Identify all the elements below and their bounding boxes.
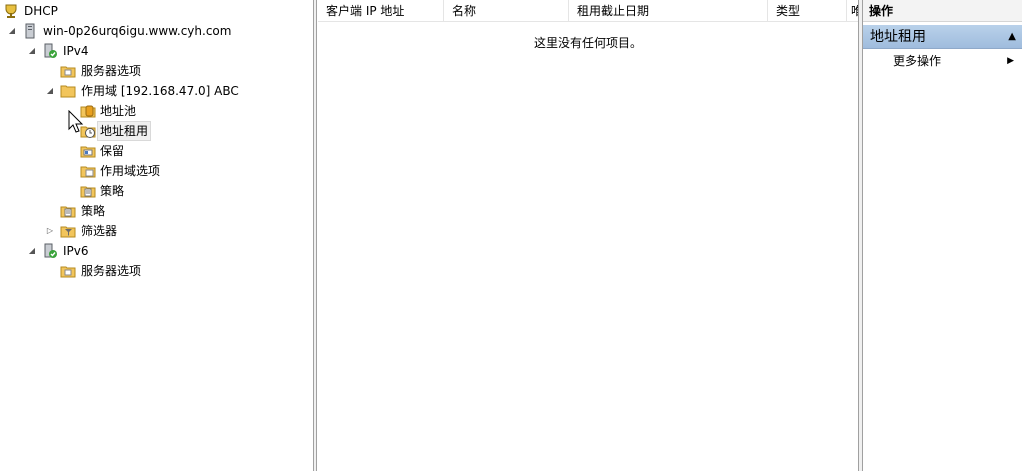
- ipv4-server-icon: [42, 43, 58, 59]
- options-folder-icon: [60, 63, 76, 79]
- actions-pane: 操作 地址租用 ▲ 更多操作 ▶: [863, 0, 1022, 471]
- dhcp-icon: [3, 3, 19, 19]
- tree-node-scope-options[interactable]: 作用域选项: [0, 161, 300, 181]
- tree-label: 策略: [81, 204, 106, 218]
- more-actions-item[interactable]: 更多操作 ▶: [863, 51, 1022, 71]
- collapse-arrow-icon[interactable]: ◢: [27, 41, 37, 61]
- filter-icon: [60, 223, 76, 239]
- tree-label: 地址池: [100, 104, 137, 118]
- options-folder-icon: [60, 263, 76, 279]
- column-header-type[interactable]: 类型: [768, 0, 847, 22]
- column-header-lease-expiry[interactable]: 租用截止日期: [569, 0, 768, 22]
- policy-icon: [80, 183, 96, 199]
- tree-node-filters[interactable]: ▷ 筛选器: [0, 221, 300, 241]
- tree-node-reservations[interactable]: 保留: [0, 141, 300, 161]
- collapse-arrow-icon[interactable]: ◢: [27, 241, 37, 261]
- tree-node-ipv6[interactable]: ◢ IPv6: [0, 241, 300, 261]
- results-list[interactable]: 客户端 IP 地址 名称 租用截止日期 类型 唯 这里没有任何项目。: [318, 0, 858, 471]
- tree-node-address-leases[interactable]: 地址租用: [0, 121, 300, 141]
- tree-label: IPv4: [63, 44, 89, 58]
- tree-label: win-0p26urq6igu.www.cyh.com: [43, 24, 232, 38]
- tree-node-server[interactable]: ◢ win-0p26urq6igu.www.cyh.com: [0, 21, 300, 41]
- tree-node-ipv4-policies[interactable]: 策略: [0, 201, 300, 221]
- column-header-name[interactable]: 名称: [444, 0, 569, 22]
- mouse-cursor-icon: [68, 109, 84, 134]
- tree-node-ipv6-server-options[interactable]: 服务器选项: [0, 261, 300, 281]
- empty-list-message: 这里没有任何项目。: [533, 36, 642, 50]
- tree-label: 筛选器: [81, 224, 118, 238]
- ipv6-server-icon: [42, 243, 58, 259]
- actions-title: 操作: [863, 0, 1022, 22]
- more-actions-label: 更多操作: [893, 54, 942, 68]
- tree-label: IPv6: [63, 244, 89, 258]
- server-icon: [22, 23, 38, 39]
- column-header-client-ip[interactable]: 客户端 IP 地址: [318, 0, 444, 22]
- collapse-arrow-icon[interactable]: ◢: [45, 81, 55, 101]
- actions-section-header[interactable]: 地址租用 ▲: [863, 25, 1022, 49]
- expand-arrow-icon[interactable]: ▷: [45, 221, 55, 241]
- tree-node-ipv4[interactable]: ◢ IPv4: [0, 41, 300, 61]
- tree-label: 服务器选项: [81, 264, 142, 278]
- tree-label: 作用域 [192.168.47.0] ABC: [81, 84, 239, 98]
- collapse-arrow-icon[interactable]: ◢: [7, 21, 17, 41]
- tree-label: 地址租用: [97, 121, 152, 141]
- column-header-unique-id[interactable]: 唯: [847, 0, 858, 22]
- actions-section-label: 地址租用: [870, 29, 926, 45]
- options-folder-icon: [80, 163, 96, 179]
- tree-splitter[interactable]: [313, 0, 317, 471]
- tree-label: DHCP: [24, 4, 58, 18]
- tree-label: 作用域选项: [100, 164, 161, 178]
- tree-label: 服务器选项: [81, 64, 142, 78]
- folder-icon: [60, 83, 76, 99]
- reservations-icon: [80, 143, 96, 159]
- tree-node-scope-policies[interactable]: 策略: [0, 181, 300, 201]
- submenu-arrow-icon: ▶: [1007, 56, 1014, 66]
- tree-node-address-pool[interactable]: 地址池: [0, 101, 300, 121]
- tree-node-ipv4-server-options[interactable]: 服务器选项: [0, 61, 300, 81]
- console-tree: DHCP ◢ win-0p26urq6igu.www.cyh.com ◢ IPv…: [0, 0, 313, 471]
- policy-icon: [60, 203, 76, 219]
- collapse-up-icon[interactable]: ▲: [1008, 25, 1016, 49]
- tree-label: 策略: [100, 184, 125, 198]
- tree-node-scope[interactable]: ◢ 作用域 [192.168.47.0] ABC: [0, 81, 300, 101]
- tree-label: 保留: [100, 144, 125, 158]
- tree-node-dhcp[interactable]: DHCP: [0, 1, 300, 21]
